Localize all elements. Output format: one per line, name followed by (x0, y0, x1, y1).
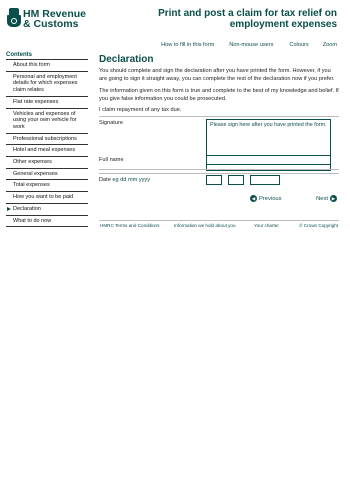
brand-name: HM Revenue & Customs (23, 9, 86, 30)
date-hint: eg dd mm yyyy (112, 177, 151, 183)
page-title-line1: Print and post a claim for tax relief on (158, 8, 337, 19)
sidebar-contents: About this form Personal and employment … (6, 59, 88, 228)
footer-copyright-link[interactable]: © Crown Copyright (299, 223, 338, 228)
previous-button[interactable]: ◀ Previous (250, 195, 282, 202)
sidebar-item-declaration-label: Declaration (13, 205, 41, 212)
sidebar-item-professional-subscriptions[interactable]: Professional subscriptions (6, 132, 88, 145)
section-title: Declaration (99, 54, 154, 65)
previous-label: Previous (259, 196, 282, 203)
sidebar-item-total-expenses[interactable]: Total expenses (6, 179, 88, 191)
sidebar-item-vehicles[interactable]: Vehicles and expenses of using your own … (6, 107, 88, 133)
previous-arrow-icon: ◀ (250, 195, 257, 202)
repayment-claim: I claim repayment of any tax due. (99, 107, 182, 114)
nav-non-mouse-users[interactable]: Non-mouse users (229, 42, 273, 52)
next-arrow-icon: ▶ (330, 195, 337, 202)
nav-how-to-fill-in[interactable]: How to fill in this form (161, 42, 214, 52)
next-button[interactable]: Next ▶ (316, 195, 337, 202)
footer: HMRC Terms and Conditions Information we… (99, 220, 339, 230)
date-year-input[interactable] (250, 175, 280, 185)
main-content: Declaration You should complete and sign… (99, 52, 339, 115)
sidebar-item-declaration[interactable]: Declaration (6, 202, 88, 215)
page-title-line2: employment expenses (229, 19, 337, 30)
pager: ◀ Previous Next ▶ (99, 194, 339, 206)
date-month-input[interactable] (228, 175, 244, 185)
hmrc-logo: HM Revenue & Customs (7, 8, 89, 30)
sidebar-item-other-expenses[interactable]: Other expenses (6, 156, 88, 168)
date-row: Date eg dd mm yyyy (99, 170, 339, 190)
sidebar-item-about-this-form[interactable]: About this form (6, 59, 88, 71)
sidebar-item-flat-rate-expenses[interactable]: Flat rate expenses (6, 95, 88, 108)
footer-charter-link[interactable]: Your charter (254, 223, 279, 228)
nav-zoom[interactable]: Zoom (323, 42, 337, 52)
full-name-label: Full name (99, 157, 124, 163)
sidebar-item-hotel-meal-expenses[interactable]: Hotel and meal expenses (6, 144, 88, 156)
date-label-text: Date (99, 177, 111, 183)
sidebar-item-general-expenses[interactable]: General expenses (6, 167, 88, 180)
declaration-statement: The information given on this form is tr… (99, 88, 339, 102)
sidebar-item-personal-details[interactable]: Personal and employment details for whic… (6, 70, 88, 96)
top-navigation: How to fill in this form Non-mouse users… (161, 42, 337, 52)
date-label: Date eg dd mm yyyy (99, 177, 150, 183)
sidebar-item-how-paid[interactable]: How you want to be paid (6, 191, 88, 203)
current-page-arrow-icon (7, 206, 11, 211)
page-title: Print and post a claim for tax relief on… (137, 8, 337, 30)
crest-icon (7, 8, 21, 30)
full-name-input[interactable] (206, 155, 331, 165)
declaration-intro: You should complete and sign the declara… (99, 68, 335, 82)
sidebar-item-what-to-do-now[interactable]: What to do now (6, 214, 88, 228)
brand-name-line2: & Customs (23, 18, 79, 30)
next-label: Next (316, 196, 328, 203)
date-day-input[interactable] (206, 175, 222, 185)
nav-colours[interactable]: Colours (289, 42, 308, 52)
contents-heading: Contents (6, 52, 32, 58)
footer-information-link[interactable]: Information we hold about you (174, 223, 236, 228)
full-name-row: Full name (99, 150, 339, 170)
signature-label: Signature (99, 120, 123, 126)
footer-terms-link[interactable]: HMRC Terms and Conditions (100, 223, 159, 228)
